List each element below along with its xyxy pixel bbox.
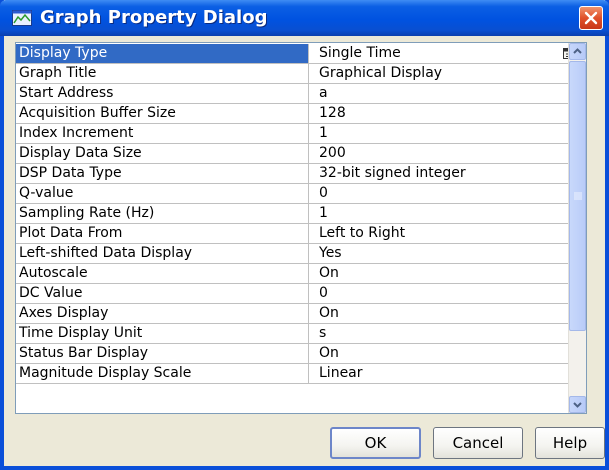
property-value[interactable]: a [309,84,583,104]
property-name: Time Display Unit [16,324,309,344]
title-bar[interactable]: Graph Property Dialog [0,0,609,36]
close-button[interactable] [579,6,603,30]
property-value[interactable]: 1 [309,124,583,144]
scroll-up-button[interactable] [569,43,586,60]
property-name: Display Data Size [16,144,309,164]
grip-icon [574,192,582,200]
property-value[interactable]: Yes [309,244,583,264]
property-row[interactable]: Time Display Unit s [16,324,583,344]
property-name: Start Address [16,84,309,104]
property-row[interactable]: Sampling Rate (Hz) 1 [16,204,583,224]
close-icon [584,11,598,25]
property-row[interactable]: Plot Data From Left to Right [16,224,583,244]
property-row[interactable]: Start Address a [16,84,583,104]
ok-button[interactable]: OK [330,427,421,459]
property-name: Magnitude Display Scale [16,364,309,384]
property-value[interactable]: On [309,304,583,324]
property-name: Q-value [16,184,309,204]
property-row[interactable]: DC Value 0 [16,284,583,304]
cancel-button[interactable]: Cancel [433,427,523,459]
property-row[interactable]: DSP Data Type 32-bit signed integer [16,164,583,184]
property-name: Acquisition Buffer Size [16,104,309,124]
property-name: Graph Title [16,64,309,84]
property-value[interactable]: 200 [309,144,583,164]
property-value[interactable]: Left to Right [309,224,583,244]
property-name: DSP Data Type [16,164,309,184]
property-row[interactable]: Graph Title Graphical Display [16,64,583,84]
property-name: Plot Data From [16,224,309,244]
property-value[interactable]: Single Time [309,44,583,64]
chevron-up-icon [573,48,582,54]
property-row[interactable]: Magnitude Display Scale Linear [16,364,583,384]
property-value[interactable]: Linear [309,364,583,384]
graph-property-dialog: Graph Property Dialog Display Type Single… [0,0,609,470]
graph-window-icon [12,10,32,26]
property-row[interactable]: Axes Display On [16,304,583,324]
property-name: Axes Display [16,304,309,324]
property-name: Autoscale [16,264,309,284]
dialog-title: Graph Property Dialog [40,7,268,28]
chevron-down-icon [573,402,582,408]
property-row[interactable]: Q-value 0 [16,184,583,204]
property-row[interactable]: Index Increment 1 [16,124,583,144]
property-row[interactable]: Display Type Single Time [16,44,583,64]
property-value[interactable]: Graphical Display [309,64,583,84]
property-value[interactable]: 32-bit signed integer [309,164,583,184]
property-row[interactable]: Acquisition Buffer Size 128 [16,104,583,124]
help-button[interactable]: Help [535,427,605,459]
property-value[interactable]: 1 [309,204,583,224]
property-name: Display Type [16,44,309,64]
property-value[interactable]: On [309,264,583,284]
property-row[interactable]: Autoscale On [16,264,583,284]
property-name: Status Bar Display [16,344,309,364]
property-value[interactable]: On [309,344,583,364]
property-name: Index Increment [16,124,309,144]
vertical-scrollbar[interactable] [568,43,586,413]
scroll-down-button[interactable] [569,396,586,413]
property-value[interactable]: 128 [309,104,583,124]
scrollbar-thumb[interactable] [569,61,586,331]
property-name: Sampling Rate (Hz) [16,204,309,224]
property-value[interactable]: 0 [309,184,583,204]
property-row[interactable]: Left-shifted Data Display Yes [16,244,583,264]
property-value[interactable]: 0 [309,284,583,304]
property-name: Left-shifted Data Display [16,244,309,264]
property-name: DC Value [16,284,309,304]
property-row[interactable]: Status Bar Display On [16,344,583,364]
property-grid[interactable]: Display Type Single Time Graph Title Graphi… [15,42,587,414]
property-row[interactable]: Display Data Size 200 [16,144,583,164]
property-value[interactable]: s [309,324,583,344]
